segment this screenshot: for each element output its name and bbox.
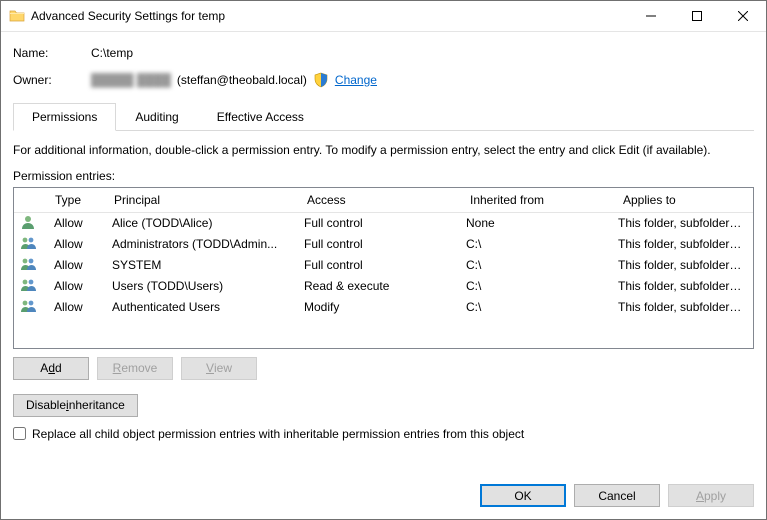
grid-header: Type Principal Access Inherited from App… — [14, 188, 753, 213]
cell-principal: Users (TODD\Users) — [106, 279, 298, 293]
cell-access: Read & execute — [298, 279, 460, 293]
inheritance-row: Disable inheritance — [13, 394, 754, 417]
principal-icon — [14, 214, 48, 233]
minimize-button[interactable] — [628, 1, 674, 31]
owner-label: Owner: — [13, 73, 91, 87]
add-button[interactable]: Add — [13, 357, 89, 380]
entry-buttons: Add Remove View — [13, 357, 754, 380]
col-inherited[interactable]: Inherited from — [464, 193, 617, 207]
entries-label: Permission entries: — [13, 169, 754, 183]
cell-inherited: C:\ — [460, 237, 612, 251]
advanced-security-window: Advanced Security Settings for temp Name… — [0, 0, 767, 520]
group-icon — [20, 282, 36, 296]
remove-button: Remove — [97, 357, 173, 380]
replace-children-label[interactable]: Replace all child object permission entr… — [32, 427, 524, 441]
cell-principal: Authenticated Users — [106, 300, 298, 314]
folder-icon — [9, 8, 25, 24]
grid-body: AllowAlice (TODD\Alice)Full controlNoneT… — [14, 213, 753, 318]
change-owner-link[interactable]: Change — [335, 73, 377, 87]
cell-type: Allow — [48, 279, 106, 293]
cell-applies: This folder, subfolders and files — [612, 237, 753, 251]
cell-access: Full control — [298, 258, 460, 272]
cell-inherited: None — [460, 216, 612, 230]
maximize-button[interactable] — [674, 1, 720, 31]
principal-icon — [14, 298, 48, 317]
tab-strip: Permissions Auditing Effective Access — [13, 102, 754, 131]
cell-applies: This folder, subfolders and files — [612, 258, 753, 272]
cell-type: Allow — [48, 237, 106, 251]
col-applies[interactable]: Applies to — [617, 193, 753, 207]
owner-value: █████ ████ (steffan@theobald.local) Chan… — [91, 72, 377, 88]
cell-principal: Administrators (TODD\Admin... — [106, 237, 298, 251]
cell-applies: This folder, subfolders and files — [612, 300, 753, 314]
table-row[interactable]: AllowAdministrators (TODD\Admin...Full c… — [14, 234, 753, 255]
principal-icon — [14, 277, 48, 296]
col-type[interactable]: Type — [49, 193, 108, 207]
cell-applies: This folder, subfolders and files — [612, 279, 753, 293]
cell-type: Allow — [48, 300, 106, 314]
cancel-button[interactable]: Cancel — [574, 484, 660, 507]
tab-effective-access[interactable]: Effective Access — [198, 103, 323, 131]
cell-principal: Alice (TODD\Alice) — [106, 216, 298, 230]
group-icon — [20, 261, 36, 275]
apply-button: Apply — [668, 484, 754, 507]
view-button: View — [181, 357, 257, 380]
titlebar: Advanced Security Settings for temp — [1, 1, 766, 32]
col-access[interactable]: Access — [301, 193, 464, 207]
dialog-footer: OK Cancel Apply — [13, 472, 754, 507]
owner-redacted: █████ ████ — [91, 73, 171, 87]
table-row[interactable]: AllowAlice (TODD\Alice)Full controlNoneT… — [14, 213, 753, 234]
window-title: Advanced Security Settings for temp — [31, 9, 628, 23]
owner-suffix: (steffan@theobald.local) — [177, 73, 307, 87]
cell-inherited: C:\ — [460, 258, 612, 272]
info-text: For additional information, double-click… — [13, 143, 754, 159]
close-button[interactable] — [720, 1, 766, 31]
cell-principal: SYSTEM — [106, 258, 298, 272]
table-row[interactable]: AllowSYSTEMFull controlC:\This folder, s… — [14, 255, 753, 276]
cell-access: Full control — [298, 237, 460, 251]
permission-grid[interactable]: Type Principal Access Inherited from App… — [13, 187, 754, 349]
name-row: Name: C:\temp — [13, 46, 754, 60]
content-area: Name: C:\temp Owner: █████ ████ (steffan… — [1, 32, 766, 519]
replace-children-row: Replace all child object permission entr… — [13, 427, 754, 441]
shield-icon — [313, 72, 329, 88]
name-label: Name: — [13, 46, 91, 60]
person-icon — [20, 219, 36, 233]
cell-type: Allow — [48, 258, 106, 272]
principal-icon — [14, 235, 48, 254]
cell-inherited: C:\ — [460, 279, 612, 293]
view-label: iew — [214, 361, 232, 375]
cell-inherited: C:\ — [460, 300, 612, 314]
table-row[interactable]: AllowUsers (TODD\Users)Read & executeC:\… — [14, 276, 753, 297]
principal-icon — [14, 256, 48, 275]
cell-applies: This folder, subfolders and files — [612, 216, 753, 230]
cell-type: Allow — [48, 216, 106, 230]
tab-permissions[interactable]: Permissions — [13, 103, 116, 131]
cell-access: Modify — [298, 300, 460, 314]
ok-button[interactable]: OK — [480, 484, 566, 507]
name-value: C:\temp — [91, 46, 133, 60]
table-row[interactable]: AllowAuthenticated UsersModifyC:\This fo… — [14, 297, 753, 318]
col-principal[interactable]: Principal — [108, 193, 301, 207]
replace-children-checkbox[interactable] — [13, 427, 26, 440]
group-icon — [20, 303, 36, 317]
group-icon — [20, 240, 36, 254]
cell-access: Full control — [298, 216, 460, 230]
tab-auditing[interactable]: Auditing — [116, 103, 197, 131]
owner-row: Owner: █████ ████ (steffan@theobald.loca… — [13, 72, 754, 88]
remove-label: emove — [121, 361, 157, 375]
disable-inheritance-button[interactable]: Disable inheritance — [13, 394, 138, 417]
